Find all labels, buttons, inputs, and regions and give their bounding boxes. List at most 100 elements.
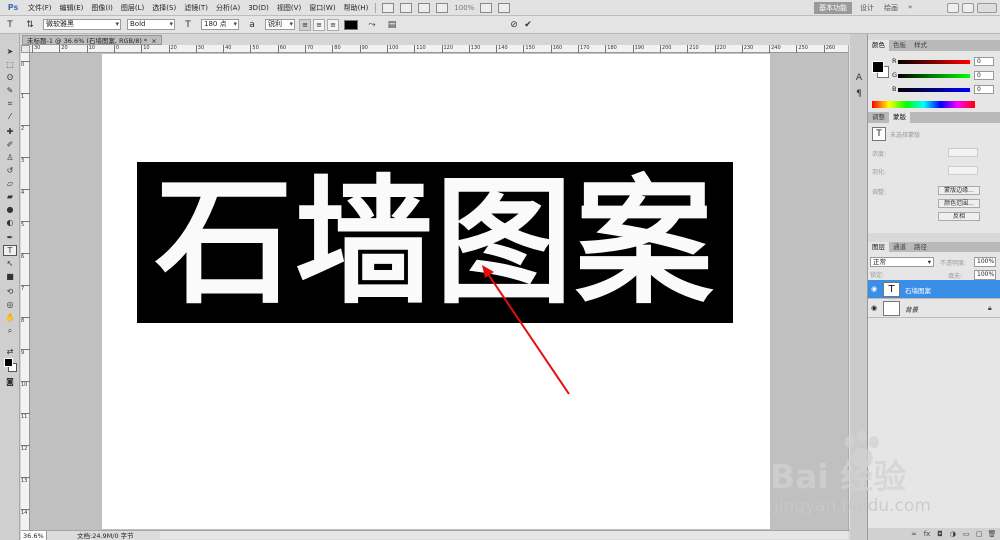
healing-tool-icon[interactable]: ✚ — [3, 126, 17, 137]
layer-row-text[interactable]: ◉ T 石墙图案 — [868, 280, 1000, 299]
zoom-tool-icon[interactable] — [436, 2, 449, 13]
cancel-icon[interactable]: ⊘ — [507, 18, 521, 32]
horizontal-scrollbar[interactable] — [160, 531, 848, 539]
close-icon[interactable] — [977, 3, 997, 13]
layer-row-background[interactable]: ◉ 背景 🔒︎ — [868, 299, 1000, 318]
menu-image[interactable]: 图像(I) — [87, 3, 117, 13]
density-field[interactable] — [948, 148, 978, 157]
tab-masks[interactable]: 蒙版 — [889, 112, 910, 123]
foreground-color-swatch[interactable] — [4, 358, 13, 367]
commit-check-icon[interactable]: ✔ — [521, 18, 535, 32]
hand-icon[interactable] — [418, 2, 431, 13]
menu-select[interactable]: 选择(S) — [148, 3, 180, 13]
blur-tool-icon[interactable]: ● — [3, 204, 17, 215]
crop-tool-icon[interactable]: ⌗ — [3, 98, 17, 109]
red-track[interactable] — [898, 60, 970, 64]
zoom-level[interactable]: 100% — [454, 4, 474, 12]
new-group-icon[interactable]: ▭ — [961, 530, 971, 538]
menu-file[interactable]: 文件(F) — [24, 3, 56, 13]
red-value[interactable]: 0 — [974, 57, 994, 66]
tab-color[interactable]: 颜色 — [868, 40, 889, 51]
mask-edge-button[interactable]: 蒙版边缘... — [938, 186, 980, 195]
tab-swatches[interactable]: 色板 — [889, 40, 910, 51]
3d-rotate-tool-icon[interactable]: ⟲ — [3, 286, 17, 297]
quick-select-tool-icon[interactable]: ✎ — [3, 85, 17, 96]
panel-foreground-swatch[interactable] — [872, 61, 884, 73]
visibility-eye-icon[interactable]: ◉ — [871, 285, 879, 293]
minimize-icon[interactable] — [947, 3, 959, 13]
blue-value[interactable]: 0 — [974, 85, 994, 94]
eraser-tool-icon[interactable]: ▱ — [3, 178, 17, 189]
hand-tool-icon[interactable]: ✋ — [3, 312, 17, 323]
shape-tool-icon[interactable]: ■ — [3, 271, 17, 282]
workspace-design[interactable]: 设计 — [860, 3, 874, 13]
type-tool-icon[interactable]: T — [3, 245, 17, 256]
adjustment-layer-icon[interactable]: ◑ — [948, 530, 958, 538]
antialias-select[interactable]: 锐利 — [265, 19, 295, 30]
font-family-select[interactable]: 微软雅黑 — [43, 19, 121, 30]
ruler-origin[interactable] — [21, 45, 30, 53]
stamp-tool-icon[interactable]: ♙ — [3, 152, 17, 163]
menu-window[interactable]: 窗口(W) — [305, 3, 339, 13]
menu-view[interactable]: 视图(V) — [273, 3, 305, 13]
align-left-button[interactable]: ≡ — [299, 18, 311, 31]
font-size-select[interactable]: 180 点 — [201, 19, 239, 30]
menu-help[interactable]: 帮助(H) — [340, 3, 373, 13]
marquee-tool-icon[interactable]: ⬚ — [3, 59, 17, 70]
menu-analysis[interactable]: 分析(A) — [212, 3, 244, 13]
character-panel-icon[interactable]: A — [853, 72, 865, 84]
status-doc-size[interactable]: 文档:24.9M/0 字节 — [47, 531, 134, 540]
red-slider[interactable]: R 0 — [892, 57, 996, 67]
green-slider[interactable]: G 0 — [892, 71, 996, 81]
document-tab[interactable]: 未标题-1 @ 36.6% (石墙图案, RGB/8) * × — [22, 35, 162, 45]
text-layer-block[interactable]: 石墙图案 — [137, 162, 733, 323]
green-track[interactable] — [898, 74, 970, 78]
link-layers-icon[interactable]: ∞ — [909, 530, 919, 538]
text-tool-icon[interactable]: T — [3, 18, 17, 32]
close-tab-icon[interactable]: × — [151, 37, 156, 45]
text-color-swatch[interactable] — [344, 19, 358, 30]
align-right-button[interactable]: ≡ — [327, 18, 339, 31]
blue-slider[interactable]: B 0 — [892, 85, 996, 95]
new-layer-icon[interactable]: ▢ — [974, 530, 984, 538]
menu-3d[interactable]: 3D(D) — [244, 4, 273, 12]
menu-layer[interactable]: 图层(L) — [117, 3, 148, 13]
status-zoom[interactable]: 36.6% — [21, 531, 47, 540]
tab-adjustments[interactable]: 调整 — [868, 112, 889, 123]
paragraph-panel-icon[interactable]: ¶ — [853, 88, 865, 100]
swap-colors-icon[interactable]: ⇄ — [3, 346, 17, 357]
3d-orbit-tool-icon[interactable]: ◎ — [3, 299, 17, 310]
invert-button[interactable]: 反相 — [938, 212, 980, 221]
brush-tool-icon[interactable]: ✐ — [3, 139, 17, 150]
arrange-docs-icon[interactable] — [480, 2, 493, 13]
text-orientation-icon[interactable]: ⇅ — [23, 18, 37, 32]
menu-filter[interactable]: 滤镜(T) — [180, 3, 212, 13]
zoom-tool-icon[interactable]: ⌕ — [3, 325, 17, 336]
minibridge-icon[interactable] — [400, 2, 413, 13]
quick-mask-icon[interactable]: ◙ — [3, 376, 17, 387]
gradient-tool-icon[interactable]: ▰ — [3, 191, 17, 202]
tab-styles[interactable]: 样式 — [910, 40, 931, 51]
workspace-painting[interactable]: 绘画 — [884, 3, 898, 13]
fill-field[interactable]: 100% — [974, 270, 996, 280]
visibility-eye-icon[interactable]: ◉ — [871, 304, 879, 312]
layer-style-icon[interactable]: fx — [922, 530, 932, 538]
restore-icon[interactable] — [962, 3, 974, 13]
pen-tool-icon[interactable]: ✒ — [3, 232, 17, 243]
screen-mode-icon[interactable] — [498, 2, 511, 13]
green-value[interactable]: 0 — [974, 71, 994, 80]
warp-text-icon[interactable]: ⤳ — [365, 18, 379, 32]
character-panel-icon[interactable]: ▤ — [385, 18, 399, 32]
workspace-essentials-button[interactable]: 基本功能 — [814, 2, 852, 14]
dodge-tool-icon[interactable]: ◐ — [3, 217, 17, 228]
blend-mode-select[interactable]: 正常 — [870, 257, 934, 267]
history-brush-icon[interactable]: ↺ — [3, 165, 17, 176]
opacity-field[interactable]: 100% — [974, 257, 996, 267]
lasso-tool-icon[interactable]: ʘ — [3, 72, 17, 83]
add-mask-icon[interactable]: ◘ — [935, 530, 945, 538]
bridge-icon[interactable] — [382, 2, 395, 13]
move-tool-icon[interactable]: ➤ — [3, 46, 17, 57]
menu-edit[interactable]: 编辑(E) — [56, 3, 88, 13]
eyedropper-tool-icon[interactable]: ⁄ — [3, 111, 17, 122]
color-range-button[interactable]: 颜色范围... — [938, 199, 980, 208]
